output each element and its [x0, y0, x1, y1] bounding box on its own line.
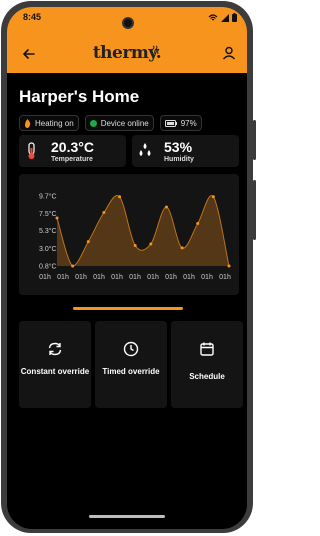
y-tick-label: 7.5°C — [39, 210, 57, 218]
schedule-button[interactable]: Schedule — [171, 321, 243, 408]
chart-point — [211, 195, 215, 199]
home-title: Harper's Home — [19, 87, 140, 106]
x-tick-label: 01h — [165, 274, 177, 281]
x-tick-label: 01h — [183, 274, 195, 281]
status-bar: 8:45 — [7, 7, 247, 29]
timed-override-label: Timed override — [102, 367, 160, 376]
wifi-icon — [208, 13, 218, 20]
screen: 8:45 thermy. Harper's Home Heating on De… — [7, 7, 247, 529]
chart-point — [196, 222, 200, 226]
chart-svg: 9.7°C7.5°C5.3°C3.0°C0.8°C01h 01h 01h 01h 01h… — [39, 193, 231, 282]
status-chips: Heating on Device online 97% — [19, 115, 202, 131]
constant-override-button[interactable]: Constant override — [19, 321, 91, 408]
chart-area — [57, 195, 229, 266]
humidity-value: 53% — [164, 139, 193, 155]
back-arrow-icon[interactable] — [21, 46, 37, 62]
chart-point — [164, 205, 168, 209]
device-chip-label: Device online — [100, 118, 149, 128]
chart-point — [118, 195, 122, 199]
y-tick-label: 5.3°C — [39, 227, 57, 235]
x-tick-label: 01h — [147, 274, 159, 281]
volume-button — [253, 180, 256, 240]
chart-point — [180, 246, 184, 250]
status-icons — [208, 13, 237, 22]
metric-cards: 20.3°C Temperature 53% Humidity — [19, 135, 239, 167]
chart-point — [71, 264, 75, 268]
y-tick-label: 3.0°C — [39, 245, 57, 253]
x-tick-label: 01h — [129, 274, 141, 281]
calendar-icon — [200, 342, 214, 356]
y-tick-label: 9.7°C — [39, 193, 57, 201]
chart-point — [102, 211, 106, 215]
humidity-label: Humidity — [164, 156, 194, 163]
battery-chip: 97% — [159, 115, 202, 131]
x-tick-label: 01h — [219, 274, 231, 281]
phone-frame: 8:45 thermy. Harper's Home Heating on De… — [0, 0, 256, 536]
temperature-card: 20.3°C Temperature — [19, 135, 126, 167]
x-tick-label: 01h — [93, 274, 105, 281]
status-time: 8:45 — [23, 12, 42, 22]
camera-cutout — [122, 17, 134, 29]
power-button — [253, 120, 256, 160]
x-tick-label: 01h — [75, 274, 87, 281]
chart-point — [55, 216, 59, 220]
clock-icon — [123, 341, 139, 357]
phone-bezel: 8:45 thermy. Harper's Home Heating on De… — [1, 1, 253, 533]
temperature-chart: 9.7°C 7.5°C 5.3°C 3.0°C 0.8°C 01h 01h 01h 01h 01h… — [19, 174, 239, 295]
battery-status-icon — [232, 13, 237, 22]
battery-chip-label: 97% — [180, 118, 197, 128]
x-tick-label: 01h — [201, 274, 213, 281]
humidity-card: 53% Humidity — [132, 135, 239, 167]
profile-icon[interactable] — [221, 45, 237, 61]
x-tick-label: 01h — [39, 274, 51, 281]
thermometer-icon — [28, 142, 35, 159]
x-tick-label: 01h — [111, 274, 123, 281]
flame-icon — [25, 118, 31, 128]
y-tick-label: 0.8°C — [39, 263, 57, 271]
signal-icon — [221, 13, 229, 22]
chart-point — [149, 242, 153, 246]
schedule-label: Schedule — [189, 372, 225, 381]
home-indicator — [89, 515, 165, 518]
x-tick-label: 01h — [57, 274, 69, 281]
heating-chip-label: Heating on — [35, 118, 74, 128]
carousel-indicator — [73, 307, 183, 310]
app-header: 8:45 thermy. — [7, 7, 247, 73]
heating-chip: Heating on — [19, 115, 79, 131]
online-dot — [89, 119, 97, 127]
droplets-icon — [139, 143, 151, 156]
timed-override-button[interactable]: Timed override — [95, 321, 167, 408]
chart-point — [133, 244, 137, 248]
chart-point — [227, 264, 231, 268]
device-chip: Device online — [84, 115, 154, 131]
chart-point — [86, 240, 90, 244]
temperature-label: Temperature — [51, 156, 93, 163]
refresh-icon — [48, 342, 62, 356]
heat-waves-icon — [151, 45, 160, 55]
constant-override-label: Constant override — [20, 367, 90, 376]
action-tiles: Constant override Timed override Schedul… — [19, 321, 243, 408]
battery-icon — [164, 119, 177, 127]
temperature-value: 20.3°C — [51, 139, 94, 155]
app-bar: thermy. — [7, 39, 247, 69]
